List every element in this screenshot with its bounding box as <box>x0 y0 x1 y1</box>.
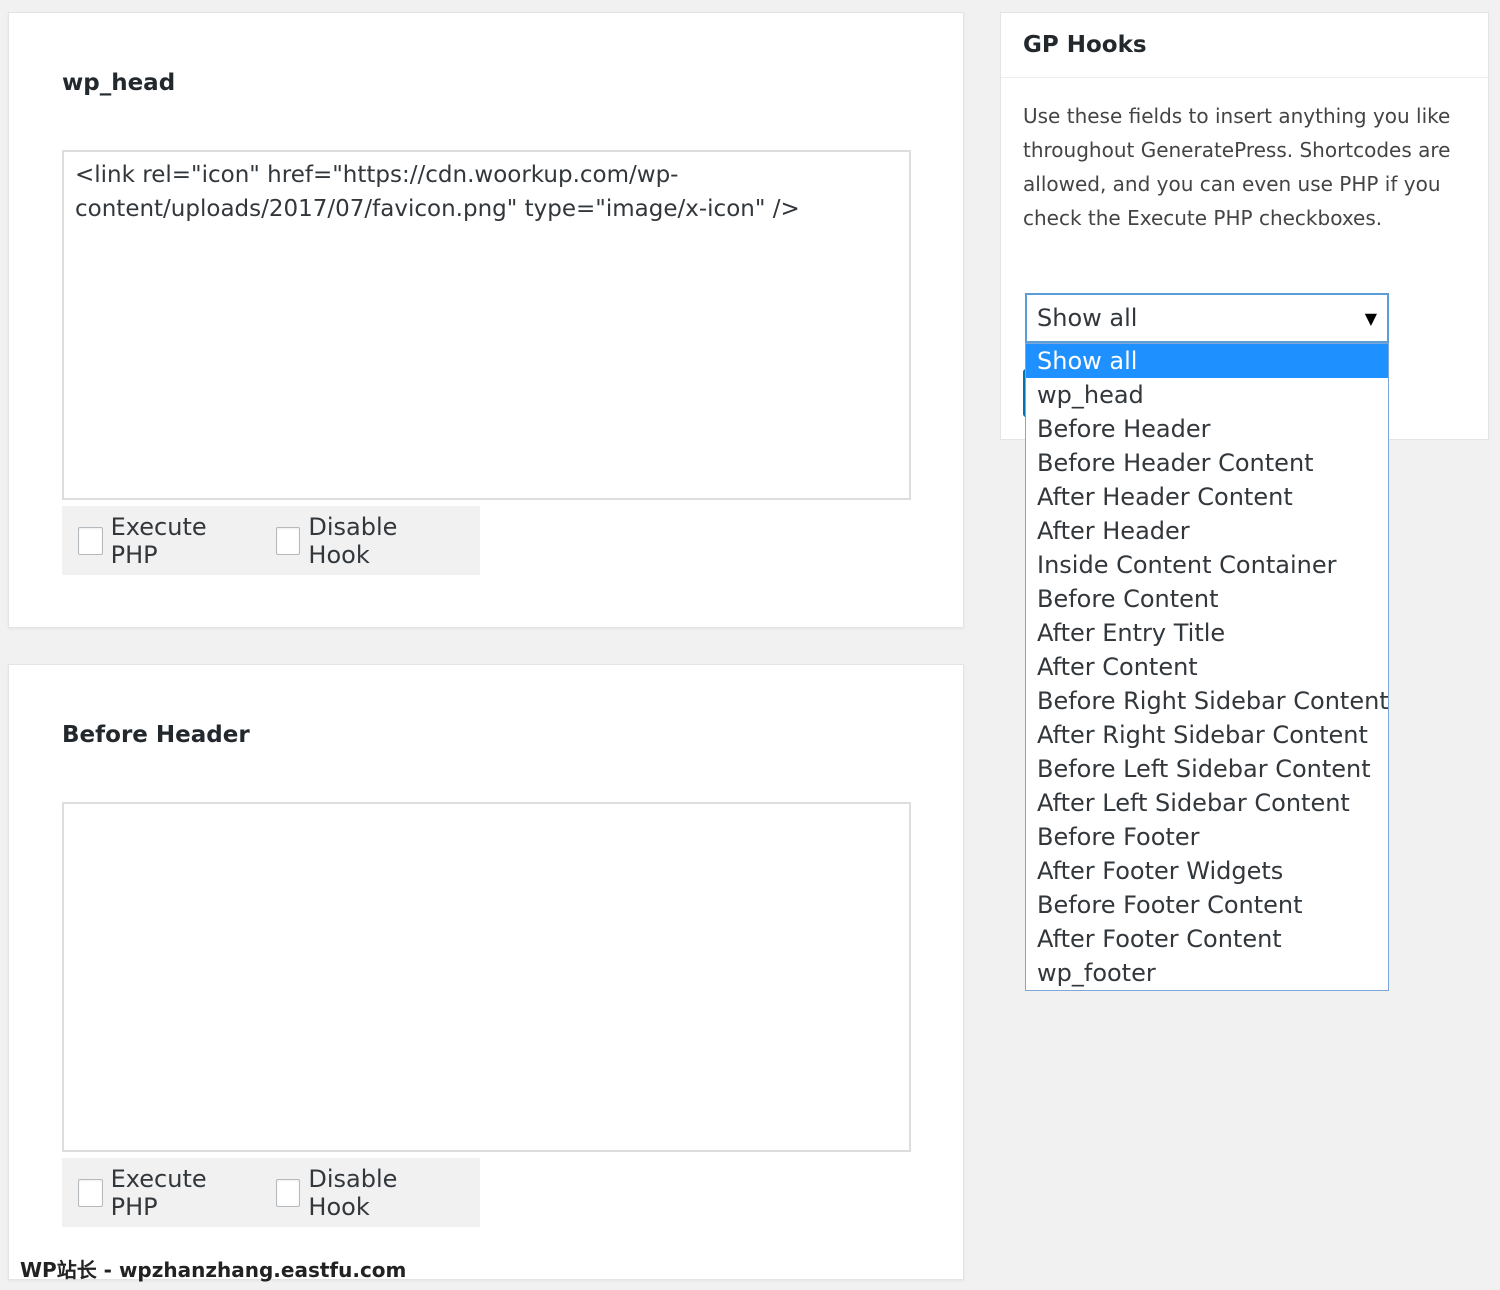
disable-hook-option[interactable]: Disable Hook <box>275 1164 446 1221</box>
dropdown-option[interactable]: After Header <box>1026 514 1388 548</box>
sidebar-header: GP Hooks <box>1001 13 1488 78</box>
dropdown-option[interactable]: Before Content <box>1026 582 1388 616</box>
dropdown-option[interactable]: Before Footer <box>1026 820 1388 854</box>
hook-options-bar: Execute PHP Disable Hook <box>62 1158 480 1227</box>
hook-filter-dropdown: Show all wp_head Before Header Before Heade… <box>1025 343 1389 991</box>
execute-php-option[interactable]: Execute PHP <box>78 513 242 569</box>
dropdown-option[interactable]: wp_head <box>1026 378 1388 412</box>
dropdown-option[interactable]: After Left Sidebar Content <box>1026 786 1388 820</box>
hook-code-textarea[interactable] <box>62 150 911 500</box>
disable-hook-checkbox[interactable] <box>275 526 301 555</box>
hook-panel-wp-head: wp_head Execute PHP Disable Hook <box>8 12 964 628</box>
dropdown-option[interactable]: After Footer Content <box>1026 922 1388 956</box>
dropdown-option[interactable]: Before Left Sidebar Content <box>1026 752 1388 786</box>
dropdown-option[interactable]: Before Header Content <box>1026 446 1388 480</box>
dropdown-option[interactable]: Before Footer Content <box>1026 888 1388 922</box>
dropdown-option[interactable]: Show all <box>1026 344 1388 378</box>
execute-php-checkbox[interactable] <box>78 1178 103 1207</box>
execute-php-option[interactable]: Execute PHP <box>78 1165 242 1221</box>
dropdown-option[interactable]: Inside Content Container <box>1026 548 1388 582</box>
dropdown-option[interactable]: After Header Content <box>1026 480 1388 514</box>
hook-options-bar: Execute PHP Disable Hook <box>62 506 480 575</box>
sidebar-title: GP Hooks <box>1023 32 1147 58</box>
dropdown-option[interactable]: After Footer Widgets <box>1026 854 1388 888</box>
dropdown-option[interactable]: After Content <box>1026 650 1388 684</box>
hook-panel-before-header: Before Header Execute PHP Disable Hook <box>8 664 964 1280</box>
execute-php-checkbox[interactable] <box>78 526 103 555</box>
disable-hook-option[interactable]: Disable Hook <box>275 512 446 569</box>
disable-hook-checkbox[interactable] <box>275 1178 301 1207</box>
watermark: WP站长 - wpzhanzhang.eastfu.com <box>20 1258 407 1282</box>
hook-title: wp_head <box>62 70 176 96</box>
dropdown-option[interactable]: Before Header <box>1026 412 1388 446</box>
dropdown-option[interactable]: Before Right Sidebar Content <box>1026 684 1388 718</box>
dropdown-option[interactable]: After Entry Title <box>1026 616 1388 650</box>
sidebar-description: Use these fields to insert anything you … <box>1023 104 1451 230</box>
dropdown-option[interactable]: wp_footer <box>1026 956 1388 990</box>
hook-code-textarea[interactable] <box>62 802 911 1152</box>
execute-php-label: Execute PHP <box>110 512 207 569</box>
hook-title: Before Header <box>62 722 250 748</box>
disable-hook-label: Disable Hook <box>308 512 398 569</box>
dropdown-option[interactable]: After Right Sidebar Content <box>1026 718 1388 752</box>
execute-php-label: Execute PHP <box>110 1164 207 1221</box>
disable-hook-label: Disable Hook <box>308 1164 398 1221</box>
hook-filter-select[interactable]: Show all ▼ <box>1025 293 1389 343</box>
hook-filter-selected: Show all <box>1037 304 1138 332</box>
chevron-down-icon: ▼ <box>1364 309 1377 328</box>
